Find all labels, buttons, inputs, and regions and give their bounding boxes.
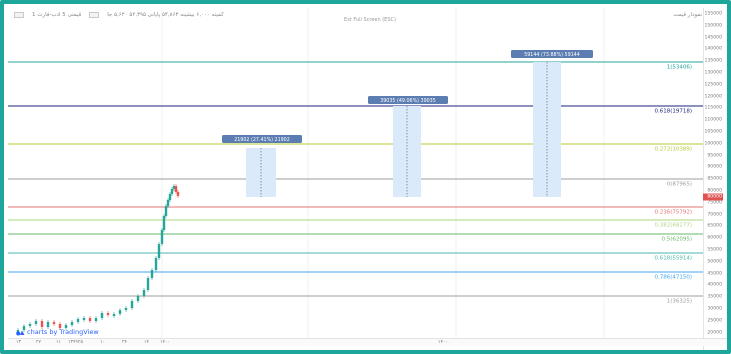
candle <box>88 318 92 321</box>
price-tick-label: 45000 <box>707 271 722 277</box>
fib-label: 0.272(10389) <box>654 147 692 153</box>
watermark-text: charts by TradingView <box>27 328 99 336</box>
candle <box>112 314 116 316</box>
price-tick-label: 135000 <box>704 58 722 64</box>
price-tick-label: 20000 <box>707 330 722 336</box>
candle <box>76 319 80 322</box>
time-tick-label: ۲۴ <box>122 340 127 345</box>
price-tick-label: 130000 <box>704 70 722 76</box>
price-tick-label: 65000 <box>707 223 722 229</box>
price-tick-label: 70000 <box>707 212 722 218</box>
candle <box>162 216 166 230</box>
fib-label: 1(53406) <box>667 65 692 71</box>
target-tag-label: 39035 (49.06%) 39035 <box>380 98 436 104</box>
time-tick-label: ۱۱ <box>56 340 61 345</box>
price-tick-label: 55000 <box>707 247 722 253</box>
fib-label: 0(87965) <box>667 182 692 188</box>
candle <box>157 244 161 258</box>
candle <box>170 189 174 194</box>
price-tick-label: 60000 <box>707 235 722 241</box>
price-tick-label: 115000 <box>704 105 722 111</box>
price-tick-label: 110000 <box>704 117 722 123</box>
candle <box>40 321 44 327</box>
price-tick-label: 75000 <box>707 200 722 206</box>
candle <box>118 310 122 314</box>
candle <box>168 194 172 200</box>
price-axis[interactable]: 155000 150000 145000 140000 135000 130000 1250… <box>703 8 723 350</box>
price-tick-label: 145000 <box>704 35 722 41</box>
candle <box>100 313 104 318</box>
candle <box>166 200 170 206</box>
fib-label: 0.382(68277) <box>654 223 692 229</box>
candle <box>94 318 98 321</box>
target-tag-label: 21902 (27.41%) 21902 <box>234 137 290 143</box>
candle <box>106 313 110 315</box>
price-tick-label: 150000 <box>704 23 722 29</box>
candle <box>28 324 32 326</box>
candle <box>174 186 178 192</box>
candle <box>150 270 154 278</box>
fib-label: 0.236(75792) <box>654 210 692 216</box>
price-tick-label: 155000 <box>704 11 722 17</box>
price-tick-label: 100000 <box>704 141 722 147</box>
price-tick-label: 25000 <box>707 318 722 324</box>
time-tick-label: ۲۷ <box>36 340 41 345</box>
candle <box>34 321 38 324</box>
candle <box>142 290 146 296</box>
candle <box>46 322 50 327</box>
price-chart[interactable]: 1(53406) 0.618(19718) 0.272(10389) 0(87965)… <box>8 8 711 342</box>
candle <box>82 318 86 320</box>
candle <box>164 206 168 216</box>
time-tick-label: ۲۵ <box>78 340 83 345</box>
price-tick-label: 125000 <box>704 82 722 88</box>
candle <box>52 322 56 324</box>
price-tick-label: 95000 <box>707 153 722 159</box>
price-tick-label: 140000 <box>704 46 722 52</box>
price-tick-label: 85000 <box>707 176 722 182</box>
price-tick-label: 120000 <box>704 94 722 100</box>
price-tick-label: 90000 <box>707 164 722 170</box>
candle <box>154 258 158 270</box>
candle <box>130 301 134 308</box>
time-tick-label: ۱۰ <box>100 340 105 345</box>
candle <box>146 278 150 290</box>
candle <box>70 322 74 325</box>
target-boxes: 21902 (27.41%) 21902 39035 (49.06%) 39035… <box>222 50 593 197</box>
time-axis[interactable]: ۱۳ ۲۷ ۱۱ ۲۵ ۱۰ ۲۴ ۱۴ ۱۴۰۰ ۱۳۹۹ ۱۴۰۰ <box>8 338 727 346</box>
candle <box>136 296 140 301</box>
time-tick-label: ۱۳ <box>16 340 21 345</box>
tradingview-logo-icon <box>16 330 25 335</box>
time-tick-label: ۱۴۰۰ <box>438 340 448 345</box>
current-price-label: 80000 <box>707 194 722 200</box>
price-tick-label: 40000 <box>707 282 722 288</box>
fibonacci-levels: 1(53406) 0.618(19718) 0.272(10389) 0(87965)… <box>8 61 711 305</box>
chart-frame: قیمتی 5 ادب-فارت 1 کمینه ۶,۰۰۰ بیشینه ۵۴… <box>0 0 731 354</box>
time-tick-label: ۱۳۹۹ <box>68 340 78 345</box>
fib-label: 0.618(55914) <box>654 256 692 262</box>
price-tick-label: 105000 <box>704 129 722 135</box>
fib-label: 1(36325) <box>667 299 692 305</box>
time-tick-label: ۱۴۰۰ <box>160 340 170 345</box>
fib-label: 0.5(62095) <box>661 237 692 243</box>
candle <box>124 308 128 310</box>
candle <box>160 230 164 244</box>
price-tick-label: 30000 <box>707 306 722 312</box>
candle <box>176 192 180 196</box>
time-tick-label: ۱۴ <box>144 340 149 345</box>
fib-label: 0.618(19718) <box>654 109 692 115</box>
fib-label: 0.786(47150) <box>654 275 692 281</box>
tradingview-watermark[interactable]: charts by TradingView <box>16 328 99 336</box>
price-tick-label: 50000 <box>707 259 722 265</box>
target-tag-label: 59144 (73.88%) 59144 <box>524 52 580 58</box>
price-tick-label: 35000 <box>707 294 722 300</box>
